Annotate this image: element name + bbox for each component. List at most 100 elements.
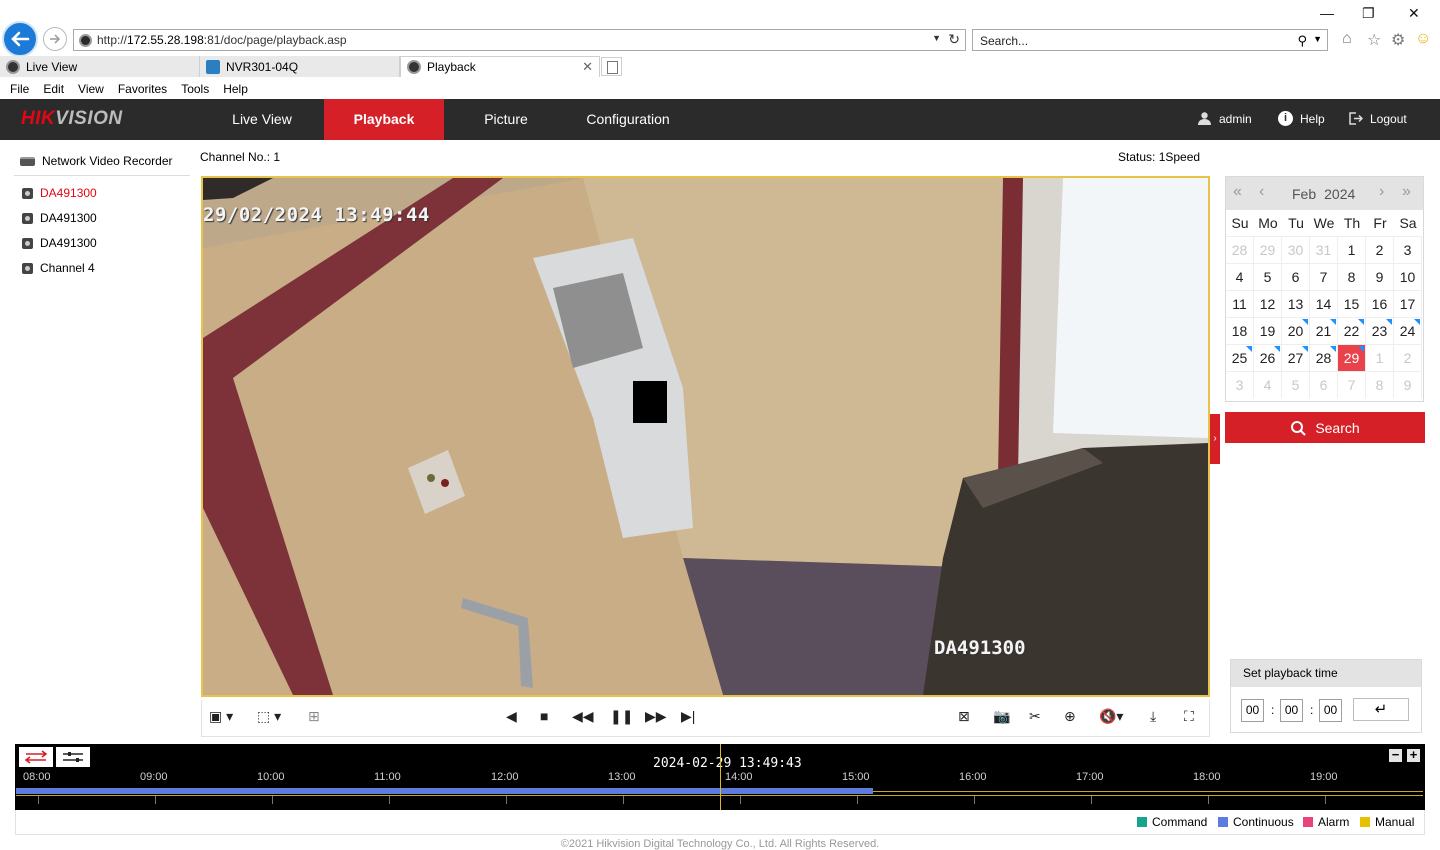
minimize-icon[interactable]: — [1320, 5, 1334, 21]
user-menu[interactable]: admin [1197, 111, 1252, 126]
restore-icon[interactable]: ❐ [1362, 5, 1375, 22]
next-year-icon[interactable]: » [1402, 183, 1411, 201]
calendar-day[interactable]: 6 [1310, 371, 1338, 398]
calendar-day[interactable]: 8 [1366, 371, 1394, 398]
calendar-day[interactable]: 26 [1254, 344, 1282, 371]
search-icon[interactable]: ⚲ [1297, 33, 1307, 49]
calendar-day[interactable]: 29 [1254, 236, 1282, 263]
feedback-smiley-icon[interactable]: ☺ [1415, 30, 1431, 48]
calendar-day[interactable]: 2 [1366, 236, 1394, 263]
calendar-day[interactable]: 8 [1338, 263, 1366, 290]
calendar-day[interactable]: 22 [1338, 317, 1366, 344]
region-select-icon[interactable]: ⬚ ▾ [257, 708, 281, 724]
calendar-day[interactable]: 23 [1366, 317, 1394, 344]
audio-muted-icon[interactable]: 🔇▾ [1099, 708, 1123, 724]
fast-forward-icon[interactable]: ▶▶ [645, 708, 667, 724]
nav-live-view[interactable]: Live View [200, 99, 324, 140]
calendar-day[interactable]: 6 [1282, 263, 1310, 290]
window-layout-icon[interactable]: ▣ ▾ [209, 708, 233, 724]
tab-live-view[interactable]: Live View [0, 56, 200, 77]
refresh-icon[interactable]: ↻ [948, 31, 960, 48]
stop-icon[interactable]: ■ [540, 708, 548, 724]
calendar-day[interactable]: 10 [1394, 263, 1422, 290]
calendar-day[interactable]: 12 [1254, 290, 1282, 317]
calendar-day[interactable]: 15 [1338, 290, 1366, 317]
calendar-day[interactable]: 17 [1394, 290, 1422, 317]
calendar-day[interactable]: 4 [1226, 263, 1254, 290]
calendar-day[interactable]: 3 [1394, 236, 1422, 263]
nav-configuration[interactable]: Configuration [568, 99, 688, 140]
collapse-panel-button[interactable]: › [1210, 414, 1220, 464]
nav-playback[interactable]: Playback [324, 99, 444, 140]
prev-month-icon[interactable]: ‹ [1259, 183, 1264, 201]
forward-button[interactable] [43, 27, 67, 51]
zoom-in-icon[interactable]: ⊕ [1064, 708, 1076, 724]
address-dropdown-icon[interactable]: ▼ [932, 33, 941, 43]
minute-field[interactable]: 00 [1280, 699, 1303, 722]
channel-item[interactable]: Channel 4 [22, 261, 95, 275]
favorites-star-icon[interactable]: ☆ [1367, 30, 1381, 50]
fullscreen-icon[interactable]: ⛶ [1184, 708, 1194, 724]
calendar-day[interactable]: 2 [1394, 344, 1422, 371]
calendar-day[interactable]: 7 [1310, 263, 1338, 290]
digital-zoom-area-icon[interactable]: ⊞ [308, 708, 320, 724]
calendar-day[interactable]: 28 [1226, 236, 1254, 263]
calendar-day[interactable]: 30 [1282, 236, 1310, 263]
second-field[interactable]: 00 [1319, 699, 1342, 722]
calendar-day[interactable]: 13 [1282, 290, 1310, 317]
menu-file[interactable]: File [10, 79, 29, 99]
prev-year-icon[interactable]: « [1233, 183, 1242, 201]
sync-playback-button[interactable] [19, 747, 53, 767]
channel-item[interactable]: DA491300 [22, 186, 97, 200]
zoom-in-button[interactable]: + [1407, 748, 1420, 762]
zoom-out-button[interactable]: − [1389, 748, 1402, 762]
menu-edit[interactable]: Edit [43, 79, 64, 99]
search-button[interactable]: Search [1225, 412, 1425, 443]
calendar-day[interactable]: 24 [1394, 317, 1422, 344]
address-bar[interactable]: http://172.55.28.198:81/doc/page/playbac… [73, 29, 966, 51]
new-tab-button[interactable] [601, 57, 622, 76]
calendar-day[interactable]: 11 [1226, 290, 1254, 317]
calendar-day[interactable]: 9 [1366, 263, 1394, 290]
timeline[interactable]: 2024-02-29 13:49:43 08:00 09:00 10:00 11:00… [15, 744, 1425, 810]
logout-link[interactable]: Logout [1348, 111, 1407, 126]
channel-item[interactable]: DA491300 [22, 211, 97, 225]
channel-item[interactable]: DA491300 [22, 236, 97, 250]
search-dropdown-icon[interactable]: ▼ [1313, 34, 1322, 44]
calendar-day[interactable]: 5 [1282, 371, 1310, 398]
calendar-day[interactable]: 5 [1254, 263, 1282, 290]
calendar-day[interactable]: 3 [1226, 371, 1254, 398]
settings-gear-icon[interactable]: ⚙ [1391, 30, 1405, 50]
tab-nvr[interactable]: NVR301-04Q [200, 56, 400, 77]
calendar-day[interactable]: 19 [1254, 317, 1282, 344]
calendar-day[interactable]: 28 [1310, 344, 1338, 371]
calendar-day[interactable]: 31 [1310, 236, 1338, 263]
menu-help[interactable]: Help [223, 79, 248, 99]
calendar-day[interactable]: 16 [1366, 290, 1394, 317]
menu-view[interactable]: View [78, 79, 104, 99]
menu-tools[interactable]: Tools [181, 79, 209, 99]
capture-icon[interactable]: 📷 [993, 708, 1010, 724]
single-frame-icon[interactable]: ▶| [681, 708, 695, 724]
slow-forward-icon[interactable]: ◀◀ [572, 708, 594, 724]
timeline-settings-button[interactable] [56, 747, 90, 767]
video-player[interactable]: 29/02/2024 13:49:44 DA491300 [201, 176, 1210, 697]
download-icon[interactable]: ⤓ [1150, 708, 1156, 724]
calendar-day[interactable]: 27 [1282, 344, 1310, 371]
calendar-day[interactable]: 1 [1338, 236, 1366, 263]
calendar-day[interactable]: 18 [1226, 317, 1254, 344]
pause-icon[interactable]: ❚❚ [610, 708, 633, 724]
hour-field[interactable]: 00 [1241, 699, 1264, 722]
calendar-day[interactable]: 14 [1310, 290, 1338, 317]
menu-favorites[interactable]: Favorites [118, 79, 167, 99]
stop-all-icon[interactable]: ⊠ [958, 708, 970, 724]
calendar-day-selected[interactable]: 29 [1338, 344, 1366, 371]
tab-playback[interactable]: Playback ✕ [400, 56, 600, 77]
nav-picture[interactable]: Picture [444, 99, 568, 140]
home-icon[interactable]: ⌂ [1342, 30, 1352, 48]
calendar-day[interactable]: 25 [1226, 344, 1254, 371]
close-window-icon[interactable]: ✕ [1408, 5, 1420, 22]
calendar-day[interactable]: 7 [1338, 371, 1366, 398]
device-tree-root[interactable]: Network Video Recorder [20, 154, 173, 168]
calendar-day[interactable]: 1 [1366, 344, 1394, 371]
